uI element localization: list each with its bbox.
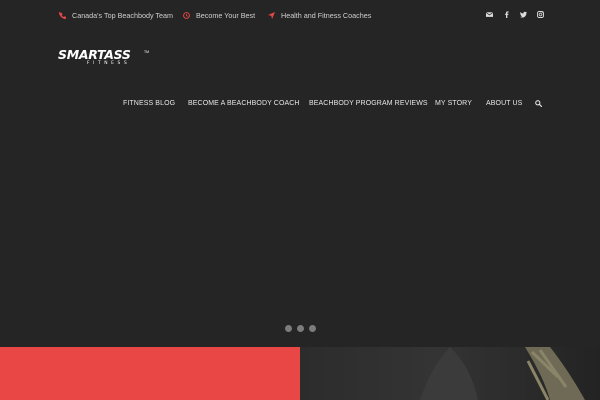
clock-icon: [183, 11, 190, 19]
location-arrow-icon: [268, 11, 275, 19]
promo-panel-red: [0, 347, 300, 400]
logo-wordmark: SMARTASS: [58, 47, 131, 62]
instagram-icon: [536, 10, 544, 18]
slider-dot[interactable]: [297, 325, 304, 332]
slider-dot[interactable]: [285, 325, 292, 332]
instagram-link[interactable]: [536, 9, 544, 19]
nav-item-fitness-blog[interactable]: FITNESS BLOG: [123, 100, 175, 107]
social-links: [485, 9, 544, 19]
phone-icon: [59, 11, 66, 19]
twitter-link[interactable]: [519, 9, 527, 19]
envelope-icon: [485, 11, 493, 17]
slider-dot[interactable]: [309, 325, 316, 332]
topbar-item-label: Become Your Best: [196, 10, 256, 20]
email-link[interactable]: [485, 9, 493, 19]
site-logo[interactable]: SMARTASS FITNESS TM: [58, 47, 150, 69]
search-button[interactable]: [535, 100, 543, 108]
topbar-item-label: Health and Fitness Coaches: [281, 10, 372, 20]
topbar-item-label: Canada's Top Beachbody Team: [72, 10, 174, 20]
main-nav: FITNESS BLOG BECOME A BEACHBODY COACH BE…: [0, 100, 600, 112]
promo-panel-photo: [300, 347, 600, 400]
nav-item-about-us[interactable]: ABOUT US: [486, 100, 522, 107]
logo-trademark: TM: [144, 50, 150, 54]
nav-item-become-coach[interactable]: BECOME A BEACHBODY COACH: [188, 100, 300, 107]
facebook-link[interactable]: [502, 9, 510, 19]
slider-pagination: [285, 325, 316, 332]
logo-tagline: FITNESS: [87, 61, 131, 66]
nav-item-program-reviews[interactable]: BEACHBODY PROGRAM REVIEWS: [309, 100, 428, 107]
fitness-photo: [300, 347, 600, 400]
topbar-item-best: Become Your Best: [183, 9, 255, 21]
search-icon: [535, 100, 542, 107]
facebook-icon: [504, 10, 509, 18]
topbar-item-team: Canada's Top Beachbody Team: [59, 9, 173, 21]
nav-item-my-story[interactable]: MY STORY: [435, 100, 472, 107]
twitter-icon: [519, 11, 527, 18]
topbar-item-coaches: Health and Fitness Coaches: [268, 9, 371, 21]
top-bar: Canada's Top Beachbody Team Become Your …: [0, 0, 600, 30]
